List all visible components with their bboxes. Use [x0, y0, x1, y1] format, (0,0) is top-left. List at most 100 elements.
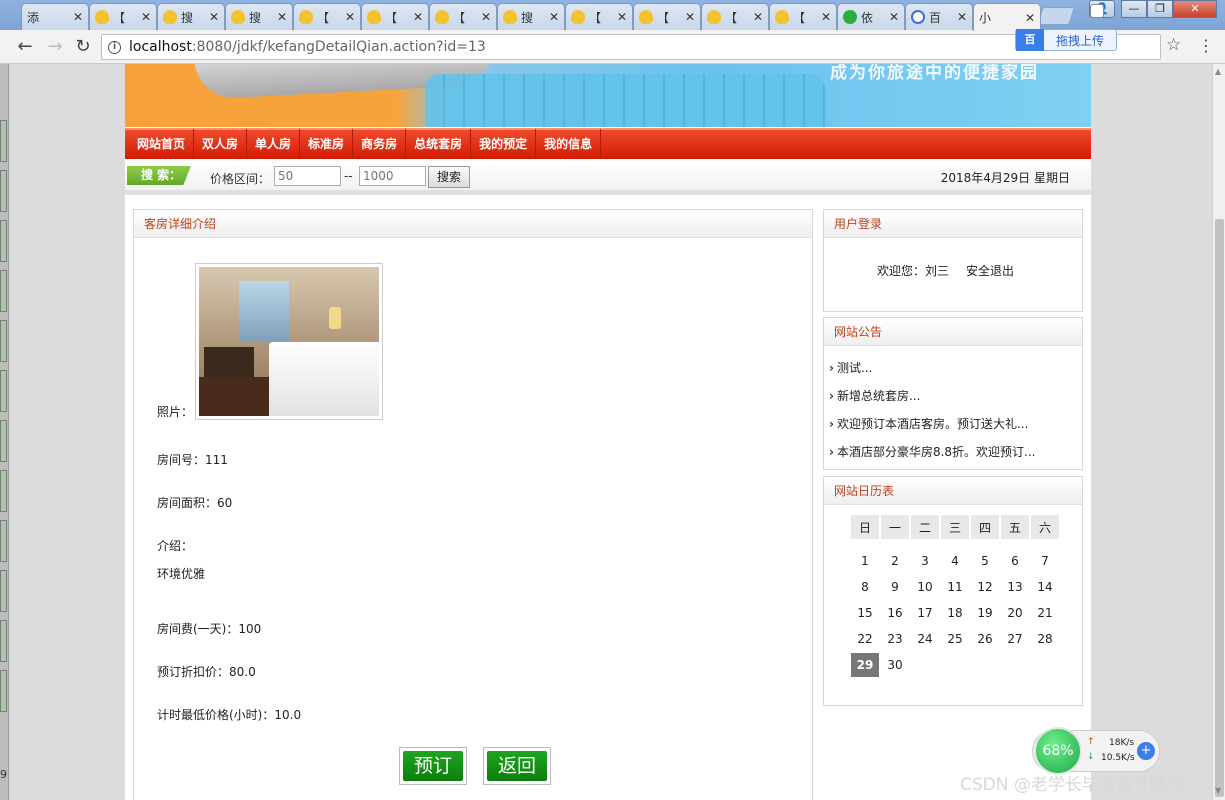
tab-close-icon[interactable]: ✕ — [413, 10, 423, 24]
browser-tab[interactable]: 依 ✕ — [837, 3, 905, 30]
scroll-up-icon[interactable]: ▲ — [1215, 67, 1221, 76]
tab-close-icon[interactable]: ✕ — [957, 10, 967, 24]
browser-tab[interactable]: 【✕ — [293, 3, 361, 30]
minimize-button[interactable]: — — [1121, 0, 1147, 18]
tab-close-icon[interactable]: ✕ — [277, 10, 287, 24]
calendar-day[interactable]: 9 — [881, 575, 909, 599]
calendar-day[interactable]: 21 — [1031, 601, 1059, 625]
calendar-day[interactable]: 12 — [971, 575, 999, 599]
browser-tab[interactable]: 【✕ — [701, 3, 769, 30]
calendar-day[interactable]: 15 — [851, 601, 879, 625]
calendar-day[interactable]: 5 — [971, 549, 999, 573]
calendar-day[interactable]: 16 — [881, 601, 909, 625]
nav-item[interactable]: 单人房 — [247, 129, 301, 160]
page-scrollbar[interactable]: ▲ ▼ — [1212, 64, 1225, 800]
notice-item[interactable]: 新增总统套房... — [829, 382, 1082, 410]
calendar-day[interactable]: 27 — [1001, 627, 1029, 651]
tab-close-icon[interactable]: ✕ — [889, 10, 899, 24]
back-icon[interactable]: ← — [14, 36, 36, 58]
reload-icon[interactable]: ↻ — [72, 36, 94, 58]
calendar-day[interactable]: 11 — [941, 575, 969, 599]
nav-item[interactable]: 双人房 — [194, 129, 248, 160]
logout-link[interactable]: 安全退出 — [966, 262, 1014, 279]
calendar-day[interactable]: 3 — [911, 549, 939, 573]
tab-close-icon[interactable]: ✕ — [345, 10, 355, 24]
calendar-day[interactable]: 6 — [1001, 549, 1029, 573]
calendar-day[interactable]: 8 — [851, 575, 879, 599]
nav-item[interactable]: 我的信息 — [536, 129, 602, 160]
browser-tab[interactable]: 【✕ — [89, 3, 157, 30]
max-price-input[interactable] — [359, 166, 426, 186]
calendar-day[interactable]: 2 — [881, 549, 909, 573]
search-button[interactable]: 搜索 — [428, 166, 470, 188]
widget-plus-icon[interactable]: + — [1137, 742, 1155, 760]
notice-item[interactable]: 测试... — [829, 354, 1082, 382]
calendar-day[interactable]: 25 — [941, 627, 969, 651]
calendar-day[interactable]: 20 — [1001, 601, 1029, 625]
tab-close-icon[interactable]: ✕ — [821, 10, 831, 24]
browser-tab[interactable]: 【✕ — [429, 3, 497, 30]
tab-close-icon[interactable]: ✕ — [753, 10, 763, 24]
nav-item[interactable]: 我的预定 — [471, 129, 537, 160]
notice-item[interactable]: 本酒店部分豪华房8.8折。欢迎预订... — [829, 438, 1082, 466]
forward-icon[interactable]: → — [44, 36, 66, 58]
banner: 成为你旅途中的便捷家园 — [125, 64, 1091, 127]
browser-tab[interactable]: 搜 ✕ — [157, 3, 225, 30]
bookmark-star-icon[interactable]: ☆ — [1166, 35, 1181, 55]
min-price-input[interactable] — [274, 166, 341, 186]
close-window-button[interactable]: ✕ — [1173, 0, 1217, 18]
address-bar[interactable]: i localhost:8080/jdkf/kefangDetailQian.a… — [101, 34, 1161, 60]
calendar-day[interactable]: 7 — [1031, 549, 1059, 573]
nav-item[interactable]: 商务房 — [353, 129, 407, 160]
scroll-down-icon[interactable]: ▼ — [1215, 786, 1221, 795]
calendar-day[interactable]: 1 — [851, 549, 879, 573]
browser-tab[interactable]: 小 ✕ — [973, 3, 1104, 31]
notice-item[interactable]: 欢迎预订本酒店客房。预订送大礼... — [829, 410, 1082, 438]
tab-close-icon[interactable]: ✕ — [73, 10, 83, 24]
browser-tab[interactable]: 搜 ✕ — [497, 3, 565, 30]
nav-item[interactable]: 标准房 — [300, 129, 354, 160]
url-path: :8080/jdkf/kefangDetailQian.action?id=13 — [191, 39, 486, 55]
calendar-day[interactable]: 24 — [911, 627, 939, 651]
browser-menu-icon[interactable]: ⋮ — [1198, 36, 1214, 55]
calendar-day[interactable]: 14 — [1031, 575, 1059, 599]
calendar-day[interactable]: 17 — [911, 601, 939, 625]
browser-tab[interactable]: 【✕ — [769, 3, 837, 30]
browser-tab[interactable]: 【✕ — [361, 3, 429, 30]
new-tab-button[interactable] — [1037, 7, 1075, 25]
tab-close-icon[interactable]: ✕ — [1025, 11, 1035, 25]
tab-close-icon[interactable]: ✕ — [481, 10, 491, 24]
calendar-day[interactable]: 28 — [1031, 627, 1059, 651]
calendar-day[interactable]: 26 — [971, 627, 999, 651]
tab-close-icon[interactable]: ✕ — [685, 10, 695, 24]
tab-close-icon[interactable]: ✕ — [617, 10, 627, 24]
back-button[interactable]: 返回 — [483, 747, 551, 785]
scrollbar-thumb[interactable] — [1215, 219, 1224, 797]
browser-tab[interactable]: 添 ✕ — [21, 3, 152, 30]
browser-tab[interactable]: 百 ✕ — [905, 3, 973, 30]
tab-close-icon[interactable]: ✕ — [141, 10, 151, 24]
calendar-day[interactable]: 13 — [1001, 575, 1029, 599]
tab-close-icon[interactable]: ✕ — [209, 10, 219, 24]
calendar-day[interactable]: 19 — [971, 601, 999, 625]
tab-close-icon[interactable]: ✕ — [549, 10, 559, 24]
calendar-day[interactable]: 29 — [851, 653, 879, 677]
calendar-day[interactable]: 23 — [881, 627, 909, 651]
site-info-icon[interactable]: i — [108, 40, 121, 54]
upload-extension[interactable]: 百 拖拽上传 — [1015, 29, 1117, 51]
book-button[interactable]: 预订 — [399, 747, 467, 785]
nav-item[interactable]: 网站首页 — [129, 129, 195, 160]
browser-tab[interactable]: 【✕ — [633, 3, 701, 30]
calendar-day[interactable]: 18 — [941, 601, 969, 625]
browser-tab[interactable]: 【✕ — [565, 3, 633, 30]
calendar-day[interactable]: 22 — [851, 627, 879, 651]
calendar-day[interactable]: 4 — [941, 549, 969, 573]
weekday-header: 四 — [971, 515, 999, 539]
maximize-button[interactable]: ❐ — [1147, 0, 1173, 18]
browser-tab[interactable]: 搜 ✕ — [225, 3, 293, 30]
calendar-day[interactable]: 30 — [881, 653, 909, 677]
calendar-day[interactable]: 10 — [911, 575, 939, 599]
network-speed-widget[interactable]: 68% ↑ 18K/s ↓ 10.5K/s + — [1032, 727, 1160, 775]
memory-percent-ball[interactable]: 68% — [1034, 727, 1082, 775]
nav-item[interactable]: 总统套房 — [406, 129, 472, 160]
